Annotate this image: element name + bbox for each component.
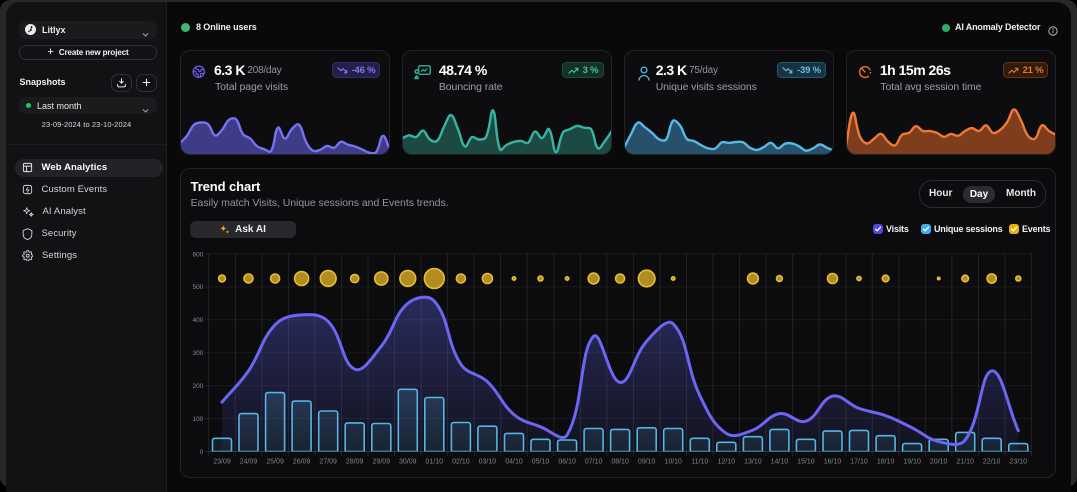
svg-text:07/10: 07/10 (585, 459, 603, 466)
svg-text:100: 100 (193, 416, 204, 423)
svg-text:08/10: 08/10 (611, 459, 629, 466)
svg-text:14/10: 14/10 (771, 459, 789, 466)
svg-text:600: 600 (193, 251, 204, 258)
svg-text:03/10: 03/10 (479, 459, 497, 466)
svg-text:0: 0 (200, 449, 204, 456)
svg-text:400: 400 (193, 317, 204, 324)
svg-text:28/09: 28/09 (346, 459, 364, 466)
svg-text:200: 200 (193, 383, 204, 390)
svg-text:10/10: 10/10 (664, 459, 682, 466)
svg-text:20/10: 20/10 (930, 459, 948, 466)
svg-text:22/10: 22/10 (983, 459, 1001, 466)
svg-text:25/09: 25/09 (266, 459, 284, 466)
svg-text:15/10: 15/10 (797, 459, 815, 466)
svg-text:09/10: 09/10 (638, 459, 656, 466)
svg-text:16/10: 16/10 (824, 459, 842, 466)
svg-text:04/10: 04/10 (505, 459, 523, 466)
svg-text:17/10: 17/10 (850, 459, 868, 466)
svg-text:06/10: 06/10 (558, 459, 576, 466)
svg-text:02/10: 02/10 (452, 459, 470, 466)
svg-text:12/10: 12/10 (718, 459, 736, 466)
svg-text:300: 300 (193, 350, 204, 357)
svg-text:13/10: 13/10 (744, 459, 762, 466)
svg-text:19/10: 19/10 (903, 459, 921, 466)
svg-text:29/09: 29/09 (373, 459, 391, 466)
svg-text:30/09: 30/09 (399, 459, 417, 466)
svg-text:18/10: 18/10 (877, 459, 895, 466)
svg-text:21/10: 21/10 (956, 459, 974, 466)
svg-text:11/10: 11/10 (691, 459, 708, 466)
svg-text:500: 500 (193, 284, 204, 291)
svg-text:27/09: 27/09 (319, 459, 337, 466)
svg-text:23/09: 23/09 (213, 459, 231, 466)
svg-text:26/09: 26/09 (293, 459, 311, 466)
svg-text:01/10: 01/10 (426, 459, 444, 466)
svg-text:05/10: 05/10 (532, 459, 550, 466)
svg-text:23/10: 23/10 (1010, 459, 1028, 466)
svg-text:24/09: 24/09 (240, 459, 258, 466)
